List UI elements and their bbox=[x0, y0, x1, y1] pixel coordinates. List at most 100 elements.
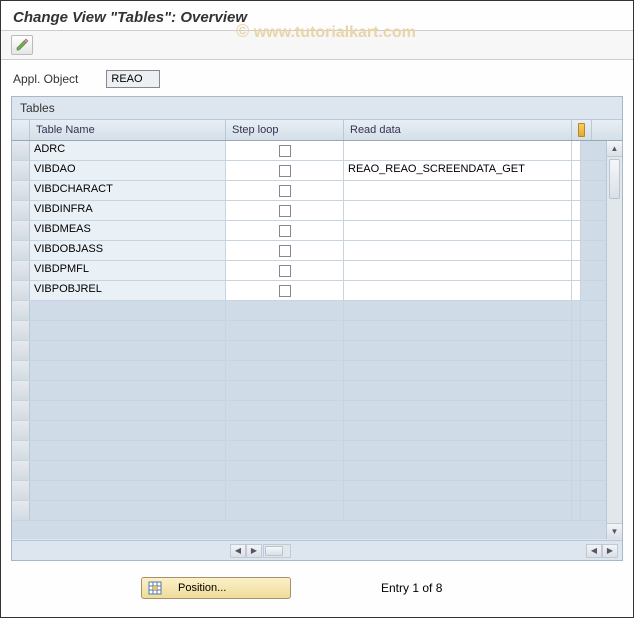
hscroll-step[interactable]: ◀ ▶ bbox=[230, 544, 292, 558]
cell-table-name[interactable]: VIBPOBJREL bbox=[30, 281, 226, 300]
cell-read-data[interactable] bbox=[344, 261, 572, 280]
hscroll-left-button[interactable]: ◀ bbox=[230, 544, 246, 558]
step-loop-checkbox[interactable] bbox=[279, 265, 291, 277]
selector-header[interactable] bbox=[12, 120, 30, 140]
row-selector[interactable] bbox=[12, 241, 30, 260]
cell-table-name bbox=[30, 401, 226, 420]
cell-end bbox=[572, 461, 581, 480]
horizontal-scrollbar-row: ◀ ▶ ◀ ▶ bbox=[12, 540, 622, 560]
step-loop-checkbox[interactable] bbox=[279, 245, 291, 257]
cell-end bbox=[572, 481, 581, 500]
col-header-name[interactable]: Table Name bbox=[30, 120, 226, 140]
cell-step-loop[interactable] bbox=[226, 161, 344, 180]
cell-table-name[interactable]: VIBDOBJASS bbox=[30, 241, 226, 260]
col-header-step[interactable]: Step loop bbox=[226, 120, 344, 140]
edit-toggle-button[interactable] bbox=[11, 35, 33, 55]
configure-columns-button[interactable] bbox=[572, 120, 592, 140]
cell-table-name[interactable]: VIBDMEAS bbox=[30, 221, 226, 240]
hscroll-thumb[interactable] bbox=[265, 546, 283, 556]
step-loop-checkbox[interactable] bbox=[279, 165, 291, 177]
cell-step-loop[interactable] bbox=[226, 261, 344, 280]
row-selector[interactable] bbox=[12, 401, 30, 420]
row-selector[interactable] bbox=[12, 181, 30, 200]
cell-read-data[interactable] bbox=[344, 281, 572, 300]
cell-step-loop[interactable] bbox=[226, 241, 344, 260]
col-header-read[interactable]: Read data bbox=[344, 120, 572, 140]
hscroll-right-button[interactable]: ▶ bbox=[246, 544, 262, 558]
cell-step-loop bbox=[226, 481, 344, 500]
row-selector[interactable] bbox=[12, 261, 30, 280]
appl-object-input[interactable] bbox=[106, 70, 160, 88]
cell-table-name bbox=[30, 321, 226, 340]
table-row bbox=[12, 481, 622, 501]
cell-read-data bbox=[344, 301, 572, 320]
cell-end bbox=[572, 281, 581, 300]
cell-table-name[interactable]: VIBDCHARACT bbox=[30, 181, 226, 200]
cell-read-data[interactable] bbox=[344, 201, 572, 220]
vertical-scrollbar[interactable]: ▲ ▼ bbox=[606, 141, 622, 539]
cell-read-data[interactable] bbox=[344, 181, 572, 200]
cell-step-loop[interactable] bbox=[226, 221, 344, 240]
hscroll-track[interactable] bbox=[263, 544, 291, 558]
grid-body: ADRCVIBDAO REAO_REAO_SCREENDATA_GET VIBDCH… bbox=[12, 141, 622, 539]
step-loop-checkbox[interactable] bbox=[279, 205, 291, 217]
cell-read-data[interactable] bbox=[344, 141, 572, 160]
cell-end bbox=[572, 201, 581, 220]
cell-step-loop[interactable] bbox=[226, 201, 344, 220]
row-selector[interactable] bbox=[12, 421, 30, 440]
scroll-track[interactable] bbox=[607, 157, 622, 523]
cell-table-name bbox=[30, 441, 226, 460]
row-selector[interactable] bbox=[12, 221, 30, 240]
cell-read-data bbox=[344, 381, 572, 400]
row-selector[interactable] bbox=[12, 201, 30, 220]
scroll-down-button[interactable]: ▼ bbox=[607, 523, 622, 539]
position-button[interactable]: Position... bbox=[141, 577, 291, 599]
row-selector[interactable] bbox=[12, 381, 30, 400]
cell-read-data[interactable]: REAO_REAO_SCREENDATA_GET bbox=[344, 161, 572, 180]
table-row bbox=[12, 361, 622, 381]
row-selector[interactable] bbox=[12, 301, 30, 320]
row-selector[interactable] bbox=[12, 161, 30, 180]
row-selector[interactable] bbox=[12, 281, 30, 300]
row-selector[interactable] bbox=[12, 321, 30, 340]
page-title: Change View "Tables": Overview bbox=[13, 9, 621, 26]
row-selector[interactable] bbox=[12, 341, 30, 360]
row-selector[interactable] bbox=[12, 361, 30, 380]
step-loop-checkbox[interactable] bbox=[279, 225, 291, 237]
cell-end bbox=[572, 421, 581, 440]
table-row bbox=[12, 341, 622, 361]
cell-end bbox=[572, 261, 581, 280]
step-loop-checkbox[interactable] bbox=[279, 285, 291, 297]
cell-end bbox=[572, 181, 581, 200]
row-selector[interactable] bbox=[12, 501, 30, 520]
cell-read-data bbox=[344, 321, 572, 340]
cell-table-name bbox=[30, 361, 226, 380]
cell-step-loop bbox=[226, 501, 344, 520]
cell-table-name[interactable]: VIBDINFRA bbox=[30, 201, 226, 220]
cell-table-name[interactable]: VIBDAO bbox=[30, 161, 226, 180]
row-selector[interactable] bbox=[12, 481, 30, 500]
step-loop-checkbox[interactable] bbox=[279, 185, 291, 197]
cell-step-loop[interactable] bbox=[226, 141, 344, 160]
cell-end bbox=[572, 401, 581, 420]
cell-step-loop[interactable] bbox=[226, 181, 344, 200]
hscroll-read[interactable]: ◀ ▶ bbox=[586, 544, 618, 558]
scroll-up-button[interactable]: ▲ bbox=[607, 141, 622, 157]
row-selector[interactable] bbox=[12, 141, 30, 160]
cell-read-data bbox=[344, 501, 572, 520]
scroll-thumb[interactable] bbox=[609, 159, 620, 199]
step-loop-checkbox[interactable] bbox=[279, 145, 291, 157]
row-selector[interactable] bbox=[12, 461, 30, 480]
hscroll2-right-button[interactable]: ▶ bbox=[602, 544, 618, 558]
cell-step-loop[interactable] bbox=[226, 281, 344, 300]
cell-read-data[interactable] bbox=[344, 221, 572, 240]
cell-read-data[interactable] bbox=[344, 241, 572, 260]
table-row: VIBDOBJASS bbox=[12, 241, 622, 261]
row-selector[interactable] bbox=[12, 441, 30, 460]
cell-end bbox=[572, 501, 581, 520]
cell-table-name[interactable]: ADRC bbox=[30, 141, 226, 160]
entry-count: Entry 1 of 8 bbox=[381, 581, 442, 595]
cell-table-name[interactable]: VIBDPMFL bbox=[30, 261, 226, 280]
hscroll2-left-button[interactable]: ◀ bbox=[586, 544, 602, 558]
table-row bbox=[12, 381, 622, 401]
